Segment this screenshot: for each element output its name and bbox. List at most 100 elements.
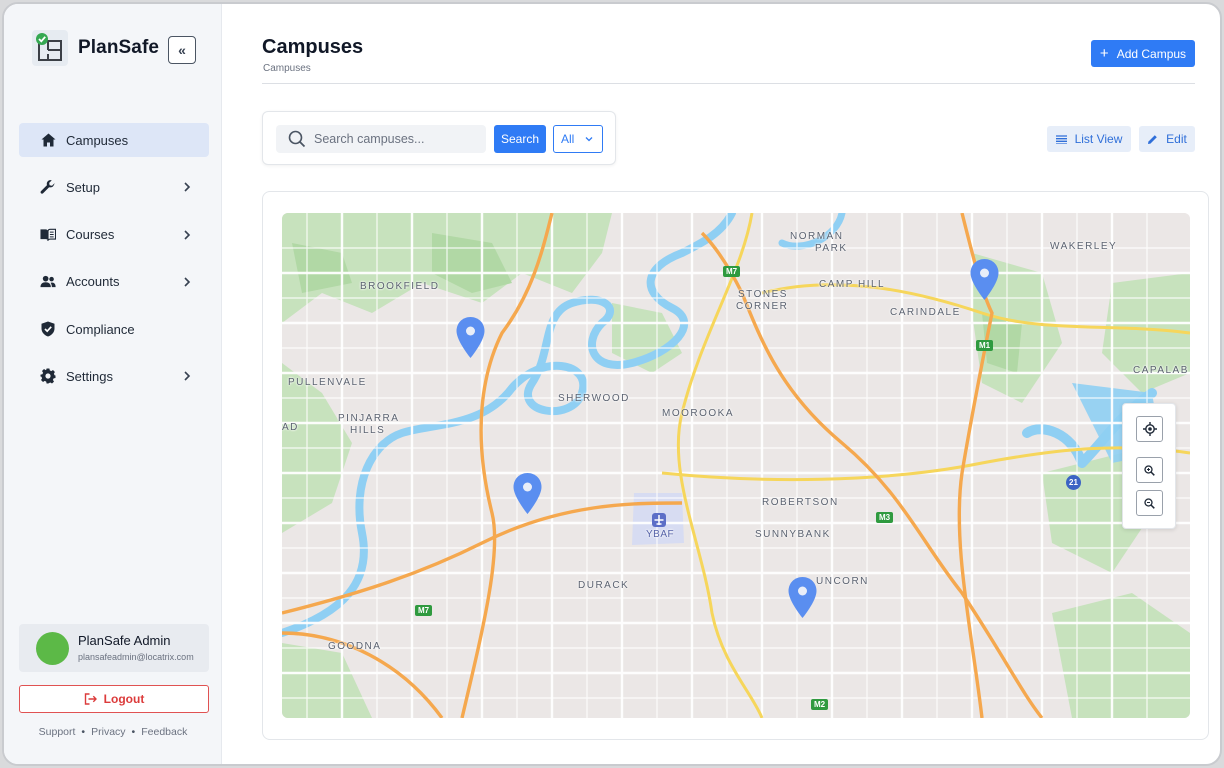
zoom-in-icon [1144,464,1155,476]
edit-button[interactable]: Edit [1139,126,1195,152]
building-floorplan-check-icon [32,30,68,66]
user-name: PlanSafe Admin [78,633,171,648]
sidebar-item-courses[interactable]: Courses [19,218,209,252]
map-label: ROBERTSON [762,497,839,508]
plus-icon: + [1099,45,1109,62]
search-button[interactable]: Search [494,125,546,153]
campus-map[interactable]: NORMAN PARK WAKERLEY BROOKFIELD CAMP HIL… [282,213,1190,718]
chevron-right-icon [184,182,191,192]
map-label: CARINDALE [890,307,961,318]
list-icon [1055,134,1067,144]
map-label: MOOROOKA [662,408,735,419]
sidebar-nav: Campuses Setup Courses Accounts Complian… [19,123,209,407]
feedback-link[interactable]: Feedback [141,726,187,738]
map-label: UNCORN [816,576,869,587]
map-label: SUNNYBANK [755,529,831,540]
collapse-sidebar-button[interactable]: « [168,36,196,64]
page-title: Campuses [262,36,364,58]
map-label: CAMP HILL [819,279,886,290]
chevron-right-icon [184,230,191,240]
zoom-out-icon [1144,497,1155,509]
app-name: PlanSafe [78,37,160,58]
chevron-right-icon [184,371,191,382]
map-label: PINJARRA [338,413,400,424]
search-input[interactable] [276,125,486,153]
sidebar-item-label: Campuses [66,132,129,148]
map-label: HILLS [350,425,386,436]
home-icon [40,132,56,148]
book-icon [40,227,56,243]
sidebar-item-label: Courses [66,227,115,243]
road-shield: M7 [723,266,741,277]
map-label: PULLENVALE [288,377,367,388]
list-view-button[interactable]: List View [1047,126,1131,152]
sidebar-item-campuses[interactable]: Campuses [19,123,209,157]
map-label: WAKERLEY [1050,241,1118,252]
locate-button[interactable] [1136,416,1163,442]
sidebar-item-compliance[interactable]: Compliance [19,312,209,346]
map-label: YBAF [646,529,675,540]
sidebar-item-label: Setup [66,179,100,195]
gear-icon [40,368,56,384]
zoom-out-button[interactable] [1136,490,1163,516]
brand[interactable]: PlanSafe [32,30,159,66]
campus-pin-icon[interactable] [512,472,543,515]
separator-dot: • [131,726,136,738]
chevron-right-icon [184,277,191,287]
wrench-icon [40,179,56,195]
logout-label: Logout [103,692,145,706]
user-profile-card[interactable]: PlanSafe Admin plansafeadmin@locatrix.co… [19,624,209,672]
map-label: STONES [738,289,788,300]
map-label: AD [282,422,299,433]
road-shield: M1 [976,340,994,351]
campus-pin-icon[interactable] [969,258,1000,301]
search-panel: Search All [262,111,616,165]
header-divider [262,83,1195,84]
support-link[interactable]: Support [39,726,76,738]
road-shield: M3 [876,512,894,523]
separator-dot: • [81,726,86,738]
avatar [36,632,69,665]
sidebar-item-label: Settings [66,368,113,384]
footer-links: Support • Privacy • Feedback [4,726,222,738]
add-campus-label: Add Campus [1116,46,1187,61]
sidebar-item-label: Compliance [66,321,135,337]
map-label: DURACK [578,580,630,591]
privacy-link[interactable]: Privacy [91,726,125,738]
filter-value: All [561,132,575,146]
zoom-in-button[interactable] [1136,457,1163,483]
road-shield: M7 [415,605,433,616]
map-label: GOODNA [328,641,382,652]
map-label: CAPALAB [1133,365,1189,376]
map-label: PARK [815,243,848,254]
filter-select[interactable]: All [553,125,603,153]
road-shield: M2 [811,699,829,710]
pencil-icon [1148,134,1157,144]
users-icon [40,274,56,290]
app-window: PlanSafe « Campuses Setup Courses Accoun… [2,2,1222,766]
logout-icon [84,693,97,705]
breadcrumb[interactable]: Campuses [263,63,311,74]
sidebar-item-accounts[interactable]: Accounts [19,265,209,299]
map-label: NORMAN [790,231,844,242]
sidebar-item-setup[interactable]: Setup [19,170,209,204]
airport-icon [652,513,666,527]
shield-check-icon [40,321,56,337]
edit-label: Edit [1166,132,1187,146]
chevron-down-icon [585,137,593,142]
sidebar-item-settings[interactable]: Settings [19,359,209,393]
map-controls [1122,403,1176,529]
sidebar-item-label: Accounts [66,274,120,290]
route-marker: 21 [1066,475,1081,490]
sidebar: PlanSafe « Campuses Setup Courses Accoun… [4,4,222,764]
user-email: plansafeadmin@locatrix.com [78,652,194,662]
logout-button[interactable]: Logout [19,685,209,713]
map-label: SHERWOOD [558,393,630,404]
map-label: CORNER [736,301,789,312]
campus-pin-icon[interactable] [455,316,486,359]
map-label: BROOKFIELD [360,281,440,292]
add-campus-button[interactable]: + Add Campus [1091,40,1195,67]
crosshair-icon [1142,422,1157,436]
list-view-label: List View [1074,132,1123,146]
campus-pin-icon[interactable] [787,576,818,619]
